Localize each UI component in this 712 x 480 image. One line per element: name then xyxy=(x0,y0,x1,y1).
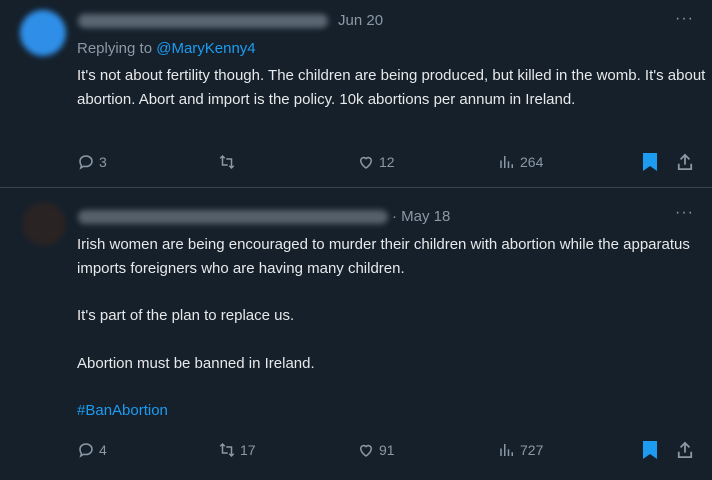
heart-icon xyxy=(359,444,373,457)
tweet-actions: 4 17 91 727 xyxy=(0,438,712,462)
comment-icon xyxy=(79,155,93,170)
avatar[interactable] xyxy=(20,10,66,56)
views-count: 727 xyxy=(520,442,544,458)
like-count: 91 xyxy=(379,442,395,458)
reply-count: 4 xyxy=(99,442,107,458)
replying-to-label: Replying to xyxy=(77,40,157,57)
views-button[interactable]: 727 xyxy=(498,438,543,462)
views-button[interactable]: 264 xyxy=(498,150,543,174)
retweet-icon xyxy=(219,154,235,170)
reply-count: 3 xyxy=(99,154,107,170)
replying-to-handle[interactable]: @MaryKenny4 xyxy=(156,40,255,57)
retweet-button[interactable]: 17 xyxy=(218,438,256,462)
blurred-author-name[interactable] xyxy=(78,14,328,28)
tweet-actions: 3 12 264 xyxy=(0,150,712,174)
tweet-text: Irish women are being encouraged to murd… xyxy=(77,233,707,447)
tweet-paragraph: Irish women are being encouraged to murd… xyxy=(77,236,690,277)
tweet-date[interactable]: Jun 20 xyxy=(338,12,383,29)
views-icon xyxy=(500,156,513,168)
tweet[interactable]: Jun 20 ··· Replying to @MaryKenny4 It's … xyxy=(0,0,712,187)
reply-button[interactable]: 3 xyxy=(77,150,107,174)
share-icon[interactable] xyxy=(677,152,693,172)
more-icon[interactable]: ··· xyxy=(675,10,694,28)
blurred-author-name[interactable] xyxy=(78,210,388,224)
tweet[interactable]: · May 18 ··· Irish women are being encou… xyxy=(0,188,712,480)
bookmark-icon[interactable] xyxy=(642,152,658,172)
retweet-icon xyxy=(219,442,235,458)
more-icon[interactable]: ··· xyxy=(675,204,694,222)
hashtag-link[interactable]: #BanAbortion xyxy=(77,399,707,423)
tweet-text: It's not about fertility though. The chi… xyxy=(77,64,707,135)
retweet-count: 17 xyxy=(240,442,256,458)
reply-button[interactable]: 4 xyxy=(77,438,107,462)
tweet-paragraph: It's not about fertility though. The chi… xyxy=(77,67,706,108)
views-count: 264 xyxy=(520,154,544,170)
avatar[interactable] xyxy=(22,202,66,246)
like-button[interactable]: 12 xyxy=(357,150,395,174)
tweet-paragraph: It's part of the plan to replace us. xyxy=(77,307,295,324)
share-icon[interactable] xyxy=(677,440,693,460)
like-button[interactable]: 91 xyxy=(357,438,395,462)
views-icon xyxy=(500,444,513,456)
replying-to: Replying to @MaryKenny4 xyxy=(77,40,256,57)
bookmark-icon[interactable] xyxy=(642,440,658,460)
tweet-paragraph: Abortion must be banned in Ireland. xyxy=(77,354,315,372)
like-count: 12 xyxy=(379,154,395,170)
tweet-date[interactable]: · May 18 xyxy=(392,208,450,225)
retweet-button[interactable] xyxy=(218,150,240,174)
comment-icon xyxy=(79,443,93,458)
heart-icon xyxy=(359,156,373,169)
